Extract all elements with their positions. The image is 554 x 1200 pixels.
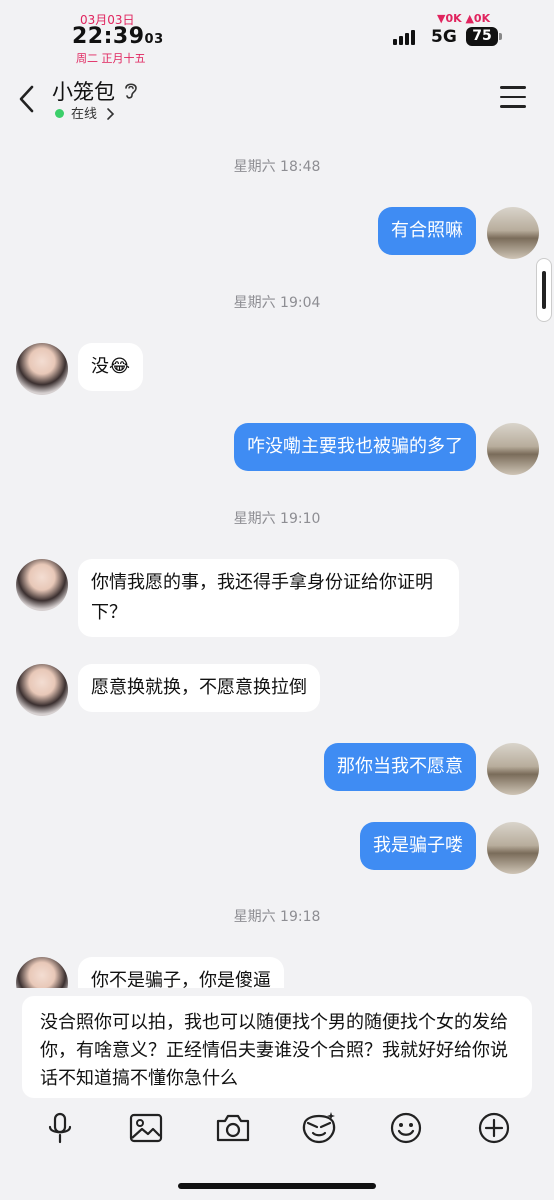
message-timestamp: 星期六 19:04 — [233, 295, 321, 311]
ear-icon[interactable] — [123, 80, 139, 106]
incoming-message[interactable]: 你情我愿的事，我还得手拿身份证给你证明下？ — [78, 559, 459, 637]
home-indicator[interactable] — [178, 1183, 376, 1189]
message-input[interactable]: 没合照你可以拍，我也可以随便找个男的随便找个女的发给你，有啥意义？正经情侣夫妻谁… — [22, 996, 532, 1098]
microphone-icon[interactable] — [40, 1108, 80, 1148]
emoji-icon[interactable] — [386, 1108, 426, 1148]
message-timestamp: 星期六 19:18 — [233, 909, 321, 925]
chevron-right-icon[interactable] — [106, 106, 115, 125]
signal-icon — [393, 30, 415, 45]
incoming-message[interactable]: 愿意换就换，不愿意换拉倒 — [78, 664, 320, 712]
scroll-handle[interactable] — [536, 258, 552, 322]
chat-header: 小笼包 在线 — [0, 70, 554, 130]
online-status-dot — [55, 109, 64, 118]
message-timestamp: 星期六 18:48 — [233, 159, 321, 175]
status-bar: 03月03日 22:3903 周二 正月十五 ▼0K ▲0K 5G 75 — [0, 0, 554, 70]
contact-avatar[interactable] — [16, 559, 68, 611]
outgoing-message[interactable]: 咋没嘞主要我也被骗的多了 — [234, 423, 476, 471]
contact-name[interactable]: 小笼包 — [52, 76, 115, 106]
back-button[interactable] — [16, 84, 40, 114]
battery-tip — [499, 33, 502, 40]
my-avatar[interactable] — [487, 207, 539, 259]
outgoing-message[interactable]: 我是骗子喽 — [360, 822, 476, 870]
my-avatar[interactable] — [487, 743, 539, 795]
network-speed: ▼0K ▲0K — [437, 12, 491, 25]
menu-icon-line — [500, 95, 526, 98]
contact-avatar[interactable] — [16, 664, 68, 716]
outgoing-message[interactable]: 那你当我不愿意 — [324, 743, 476, 791]
status-time-seconds: 03 — [144, 32, 164, 47]
my-avatar[interactable] — [487, 822, 539, 874]
camera-icon[interactable] — [213, 1108, 253, 1148]
input-toolbar — [0, 1108, 554, 1148]
back-chevron-icon — [19, 85, 34, 113]
sticker-icon[interactable] — [299, 1108, 339, 1148]
status-lunar-date: 周二 正月十五 — [76, 52, 146, 65]
network-type: 5G — [431, 27, 457, 47]
my-avatar[interactable] — [487, 423, 539, 475]
battery-icon: 75 — [466, 27, 498, 46]
status-time-hm: 22:39 — [72, 24, 145, 49]
menu-icon-line — [500, 105, 526, 108]
image-icon[interactable] — [126, 1108, 166, 1148]
message-timestamp: 星期六 19:10 — [233, 511, 321, 527]
status-time: 22:3903 — [72, 24, 164, 49]
menu-button[interactable] — [500, 86, 526, 108]
contact-avatar[interactable] — [16, 343, 68, 395]
online-status[interactable]: 在线 — [71, 103, 97, 122]
menu-icon-line — [500, 86, 526, 89]
incoming-message[interactable]: 没😂 — [78, 343, 144, 391]
plus-icon[interactable] — [474, 1108, 514, 1148]
outgoing-message[interactable]: 有合照嘛 — [378, 207, 476, 255]
